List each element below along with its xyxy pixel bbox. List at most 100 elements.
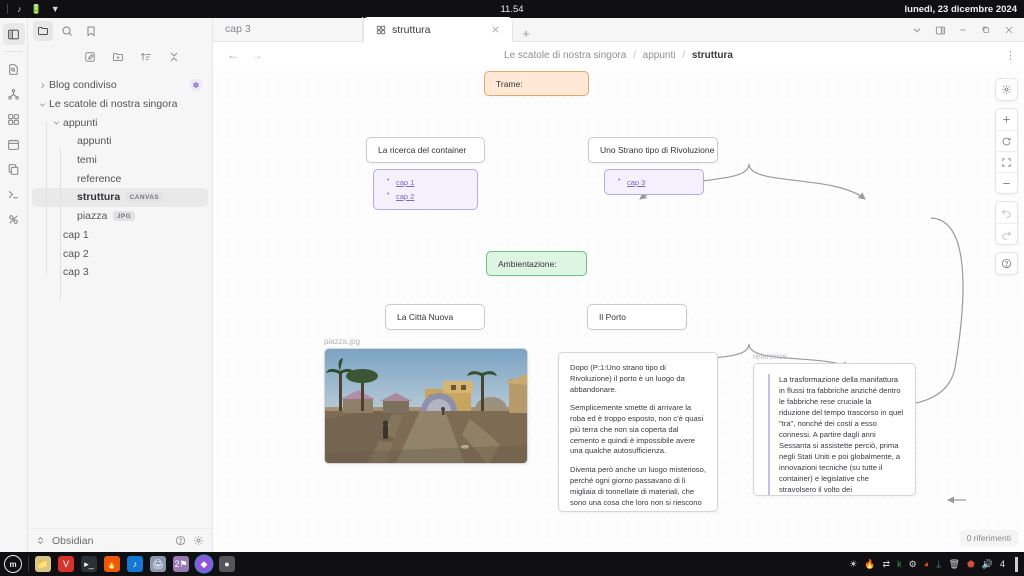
vault-name[interactable]: Obsidian — [52, 535, 93, 547]
vivaldi-browser[interactable]: V — [58, 556, 74, 572]
close-window-button[interactable] — [998, 20, 1020, 40]
brightness-icon[interactable]: ☀ — [849, 559, 857, 570]
tab-list-button[interactable] — [906, 20, 928, 40]
canvas-node-links-left[interactable]: cap 1 cap 2 — [373, 169, 478, 210]
canvas-node-ricerca[interactable]: La ricerca del container — [366, 137, 485, 163]
trash-icon[interactable]: 🗑 — [949, 559, 960, 570]
canvas-node-reference-note[interactable]: La trasformazione della manifattura in f… — [753, 363, 916, 496]
canvas-node-label: Ambientazione: — [498, 258, 557, 269]
sort-button[interactable] — [140, 51, 152, 63]
canvas-node-porto-note[interactable]: Dopo (P:1:Uno strano tipo di Rivoluzione… — [558, 352, 718, 512]
close-icon[interactable] — [491, 25, 500, 34]
chevron-right-icon[interactable] — [36, 82, 49, 89]
internal-link[interactable]: cap 1 — [396, 178, 414, 187]
tab-files[interactable] — [33, 21, 53, 41]
blockquote: La trasformazione della manifattura in f… — [768, 374, 904, 495]
canvas-node-piazza-image[interactable] — [324, 348, 528, 464]
network-icon[interactable]: ⇄ — [883, 559, 891, 570]
tab-cap-3[interactable]: cap 3 — [213, 17, 363, 41]
tree-item-appunti[interactable]: appunti — [32, 113, 208, 132]
tree-item-cap-1[interactable]: cap 1 — [32, 226, 208, 245]
redo-button[interactable] — [996, 223, 1017, 244]
chevron-down-icon[interactable] — [50, 119, 63, 126]
firefox-browser[interactable]: 🔥 — [104, 556, 120, 572]
zoom-fit-button[interactable] — [996, 151, 1017, 172]
minimize-button[interactable] — [952, 20, 974, 40]
canvas-node-title: piazza.jpg — [324, 337, 361, 346]
internal-link[interactable]: cap 3 — [627, 178, 645, 187]
rail-terminal[interactable] — [3, 183, 25, 205]
canvas-node-ambientazione[interactable]: Ambientazione: — [486, 251, 587, 276]
tree-item-struttura[interactable]: struttura CANVAS — [32, 188, 208, 207]
collapse-all-button[interactable] — [168, 51, 180, 63]
file-type-tag: CANVAS — [126, 192, 163, 203]
canvas-node-label: La Città Nuova — [397, 312, 454, 322]
new-note-button[interactable] — [84, 51, 96, 63]
tree-item-reference[interactable]: reference — [32, 169, 208, 188]
new-folder-button[interactable] — [112, 51, 124, 63]
new-tab-button[interactable]: + — [513, 26, 539, 41]
canvas-help-button[interactable] — [996, 253, 1017, 274]
breadcrumb-part-0[interactable]: Le scatole di nostra singora — [504, 50, 626, 61]
tree-item-le-scatole-di-nostra-singora[interactable]: Le scatole di nostra singora — [32, 95, 208, 114]
toggle-left-sidebar[interactable] — [2, 23, 25, 45]
maximize-button[interactable] — [975, 20, 997, 40]
plugin-badge-icon[interactable]: ✽ — [190, 79, 202, 92]
start-menu-button[interactable]: m — [4, 555, 22, 573]
canvas-settings-button[interactable] — [996, 79, 1017, 100]
canvas-node-rivoluzione[interactable]: Uno Strano tipo di Rivoluzione — [588, 137, 718, 163]
chevron-down-icon[interactable] — [36, 101, 49, 108]
shield-icon[interactable]: ⬟ — [967, 559, 975, 570]
tree-item-temi[interactable]: temi — [32, 151, 208, 170]
canvas-node-citta[interactable]: La Città Nuova — [385, 304, 485, 330]
rail-graph-view[interactable] — [3, 83, 25, 105]
more-vertical-icon[interactable]: ⋮ — [1005, 49, 1016, 62]
tree-item-cap-2[interactable]: cap 2 — [32, 244, 208, 263]
tab-bookmarks[interactable] — [81, 21, 101, 41]
rail-file-search[interactable] — [3, 58, 25, 80]
canvas-node-porto[interactable]: Il Porto — [587, 304, 687, 330]
tab-struttura[interactable]: struttura — [363, 17, 513, 42]
rail-calendar[interactable] — [3, 133, 25, 155]
volume-icon[interactable]: 🔊 — [982, 559, 993, 570]
update-icon[interactable]: ◕ — [924, 559, 929, 569]
tree-item-appunti[interactable]: appunti — [32, 132, 208, 151]
kdenlive-icon[interactable]: k — [897, 559, 902, 569]
tree-item-label: appunti — [63, 116, 98, 129]
terminal-app[interactable]: ▸_ — [81, 556, 97, 572]
split-pane-icon[interactable] — [929, 20, 951, 40]
zoom-in-button[interactable] — [996, 109, 1017, 130]
firefox-tray-icon[interactable]: 🔥 — [864, 559, 875, 570]
vault-switcher-icon[interactable] — [36, 536, 45, 545]
list-item: cap 3 — [618, 177, 703, 187]
file-tree: Blog condiviso ✽ Le scatole di nostra sing… — [28, 70, 212, 528]
files-app[interactable]: 📁 — [35, 556, 51, 572]
rail-plugin[interactable] — [3, 208, 25, 230]
note-paragraph: Semplicemente smette di arrivare la roba… — [570, 403, 704, 456]
tiktok-app[interactable]: ♪ — [127, 556, 143, 572]
tree-item-label: cap 3 — [63, 266, 89, 279]
internal-link[interactable]: cap 2 — [396, 192, 414, 201]
help-icon[interactable] — [175, 535, 186, 546]
canvas-view[interactable]: Trame: La ricerca del container Uno Strano… — [213, 68, 1024, 552]
undo-button[interactable] — [996, 202, 1017, 223]
zoom-reset-button[interactable] — [996, 130, 1017, 151]
tab-search[interactable] — [57, 21, 77, 41]
gimp-app[interactable]: 2⚑ — [173, 556, 189, 572]
breadcrumb-part-1[interactable]: appunti — [643, 50, 676, 61]
tree-item-label: temi — [77, 154, 97, 167]
canvas-node-trame[interactable]: Trame: — [484, 71, 589, 96]
scanner-app[interactable]: 🖨 — [150, 556, 166, 572]
disc-app[interactable]: ● — [219, 556, 235, 572]
obsidian-app[interactable]: ◆ — [196, 556, 212, 572]
tree-item-piazza[interactable]: piazza JPG — [32, 207, 208, 226]
rail-copy[interactable] — [3, 158, 25, 180]
rail-canvas[interactable] — [3, 108, 25, 130]
bluetooth-icon[interactable]: ᛦ — [936, 559, 941, 569]
tree-item-cap-3[interactable]: cap 3 — [32, 263, 208, 282]
gear-icon[interactable] — [193, 535, 204, 546]
tree-item-blog-condiviso[interactable]: Blog condiviso ✽ — [32, 76, 208, 95]
settings-tray-icon[interactable]: ⚙ — [909, 559, 917, 570]
zoom-out-button[interactable] — [996, 172, 1017, 193]
canvas-node-links-right[interactable]: cap 3 — [604, 169, 704, 195]
